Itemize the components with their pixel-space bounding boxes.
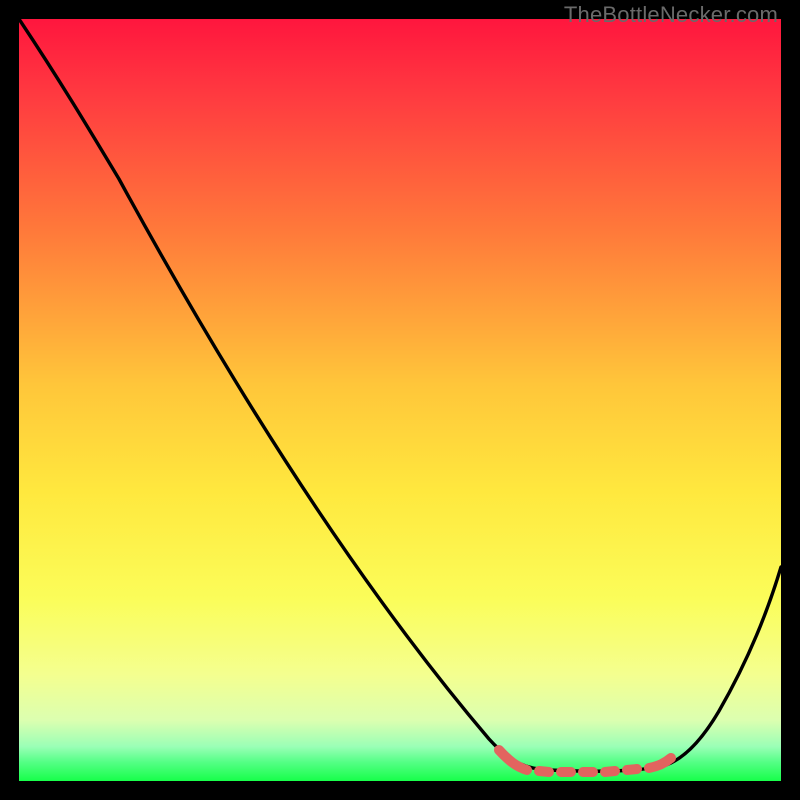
gradient-bg [19, 19, 781, 781]
watermark-text: TheBottleNecker.com [564, 2, 778, 28]
chart-svg [19, 19, 781, 781]
chart-plot-area [19, 19, 781, 781]
